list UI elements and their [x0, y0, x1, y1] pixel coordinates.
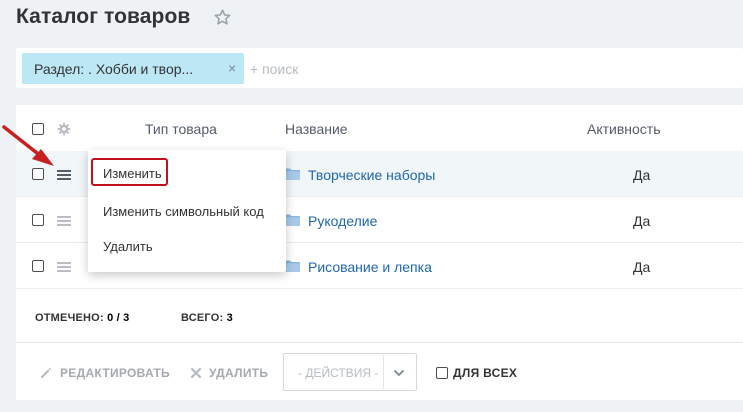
folder-icon	[285, 260, 300, 272]
close-icon[interactable]: ×	[228, 60, 236, 76]
page-title: Каталог товаров	[16, 5, 191, 28]
delete-icon	[190, 367, 202, 379]
total-count-label: ВСЕГО:	[181, 312, 224, 324]
folder-icon	[285, 214, 300, 226]
filter-chip-label: Раздел: . Хобби и твор...	[34, 61, 194, 77]
row-name-link[interactable]: Рисование и лепка	[308, 259, 432, 275]
total-count: ВСЕГО: 3	[181, 312, 233, 324]
pencil-icon	[41, 367, 52, 378]
row-checkbox[interactable]	[32, 214, 44, 226]
row-active-value: Да	[633, 167, 651, 183]
selected-count-value: 0 / 3	[107, 312, 130, 324]
context-menu-item-edit-code[interactable]: Изменить символьный код	[103, 204, 264, 219]
row-name-link[interactable]: Рукоделие	[308, 213, 377, 229]
column-header-name[interactable]: Название	[285, 121, 348, 137]
row-menu-icon[interactable]	[57, 262, 71, 272]
context-menu-item-delete[interactable]: Удалить	[103, 239, 153, 254]
divider	[16, 342, 743, 343]
column-header-active[interactable]: Активность	[587, 121, 661, 137]
row-menu-icon[interactable]	[57, 216, 71, 226]
total-count-value: 3	[226, 312, 233, 324]
edit-button[interactable]: РЕДАКТИРОВАТЬ	[60, 366, 170, 380]
divider	[383, 355, 384, 389]
for-all-checkbox[interactable]	[436, 367, 448, 379]
row-checkbox[interactable]	[32, 260, 44, 272]
delete-button[interactable]: УДАЛИТЬ	[209, 366, 268, 380]
actions-select-value: - ДЕЙСТВИЯ -	[298, 366, 379, 380]
context-menu-item-edit[interactable]: Изменить	[103, 166, 162, 181]
star-icon[interactable]	[213, 8, 232, 27]
folder-icon	[285, 168, 300, 180]
search-input[interactable]: + поиск	[250, 61, 298, 77]
row-active-value: Да	[633, 213, 651, 229]
selected-count: ОТМЕЧЕНО: 0 / 3	[35, 312, 129, 324]
row-name-link[interactable]: Творческие наборы	[308, 167, 435, 183]
selected-count-label: ОТМЕЧЕНО:	[35, 312, 104, 324]
for-all-label[interactable]: ДЛЯ ВСЕХ	[453, 366, 517, 380]
row-active-value: Да	[633, 259, 651, 275]
column-header-type[interactable]: Тип товара	[145, 121, 217, 137]
chevron-down-icon	[393, 369, 405, 377]
annotation-arrow	[2, 125, 54, 166]
